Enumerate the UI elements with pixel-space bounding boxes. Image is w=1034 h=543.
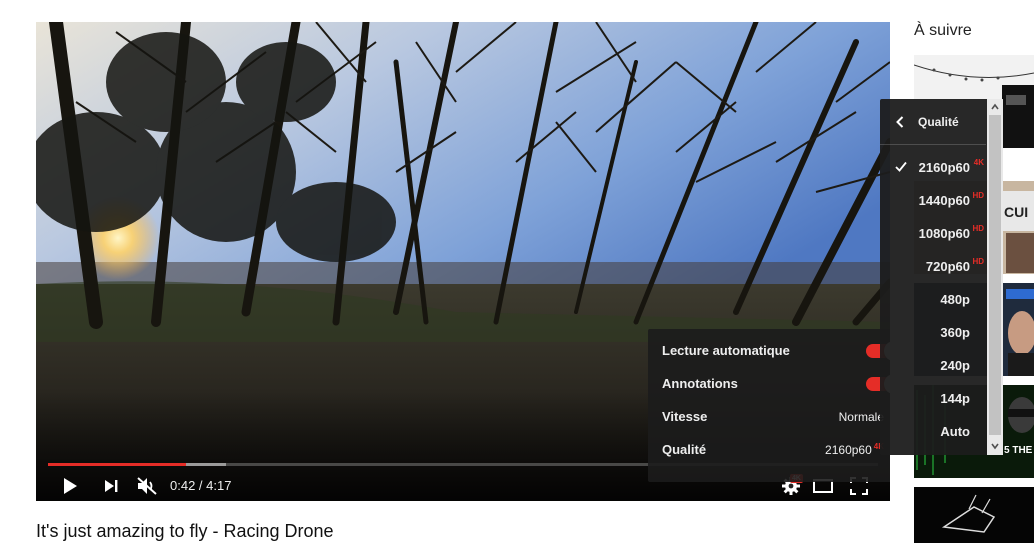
quality-scrollbar[interactable] xyxy=(987,99,1003,455)
quality-option[interactable]: 1080p60 HD xyxy=(880,217,986,250)
video-player[interactable]: 0:42 / 4:17 4K xyxy=(36,22,890,501)
quality-option[interactable]: 2160p60 4K xyxy=(880,151,986,184)
quality-option-label: Auto xyxy=(940,424,970,439)
up-next-heading: À suivre xyxy=(914,22,972,39)
autoplay-label: Lecture automatique xyxy=(662,343,790,358)
quality-option-label: 480p xyxy=(940,292,970,307)
quality-option-label: 360p xyxy=(940,325,970,340)
quality-option[interactable]: 360p xyxy=(880,316,986,349)
quality-option[interactable]: 144p xyxy=(880,382,986,415)
quality-option[interactable]: 240p xyxy=(880,349,986,382)
quality-option[interactable]: 720p60 HD xyxy=(880,250,986,283)
quality-option[interactable]: 1440p60 HD xyxy=(880,184,986,217)
quality-back-button[interactable]: Qualité xyxy=(880,99,986,145)
menu-item-annotations[interactable]: Annotations xyxy=(648,367,890,400)
settings-menu: Lecture automatique Annotations Vitesse … xyxy=(648,329,890,482)
scrollbar-thumb[interactable] xyxy=(989,115,1001,435)
quality-submenu: Qualité 2160p60 4K 1440p60 HD 1080p60 HD 720p6… xyxy=(880,99,1003,455)
quality-value-text: 2160p60 xyxy=(825,443,872,457)
play-button[interactable] xyxy=(56,470,84,501)
quality-value: 2160p60 4K xyxy=(825,442,884,457)
quality-option-label: 2160p60 xyxy=(918,160,970,175)
up-next-thumbnail-5[interactable] xyxy=(914,487,1034,543)
quality-option[interactable]: 480p xyxy=(880,283,986,316)
time-separator: / xyxy=(195,478,207,493)
time-total: 4:17 xyxy=(206,478,232,493)
chevron-left-icon xyxy=(896,115,910,128)
time-display: 0:42 / 4:17 xyxy=(170,470,231,501)
thumbnail-image xyxy=(914,487,1034,543)
scroll-down-arrow-icon[interactable] xyxy=(991,442,999,450)
speed-value: Normale xyxy=(838,409,884,424)
play-icon xyxy=(64,477,77,494)
thumbnail-2-text: CUI xyxy=(1004,204,1028,220)
menu-item-speed[interactable]: Vitesse Normale xyxy=(648,400,890,433)
menu-item-quality[interactable]: Qualité 2160p60 4K xyxy=(648,433,890,466)
quality-option-label: 1080p60 xyxy=(918,226,970,241)
time-current: 0:42 xyxy=(170,478,196,493)
thumbnail-4-text: 5 THE MATR xyxy=(1004,445,1034,456)
quality-options-list: 2160p60 4K 1440p60 HD 1080p60 HD 720p60 HD 480p 3… xyxy=(880,151,986,448)
video-title: It's just amazing to fly - Racing Drone xyxy=(36,521,334,541)
quality-option-label: 1440p60 xyxy=(918,193,970,208)
annotations-label: Annotations xyxy=(662,376,738,391)
scroll-up-arrow-icon[interactable] xyxy=(991,103,999,111)
volume-muted-icon xyxy=(137,476,157,495)
progress-played xyxy=(48,463,186,466)
quality-option-label: 720p60 xyxy=(925,259,970,274)
quality-label: Qualité xyxy=(662,442,707,457)
quality-option-badge: HD xyxy=(972,257,984,266)
quality-option-badge: 4K xyxy=(973,158,984,167)
quality-submenu-title: Qualité xyxy=(918,114,959,129)
quality-option-badge: HD xyxy=(972,224,984,233)
menu-item-autoplay[interactable]: Lecture automatique xyxy=(648,334,890,367)
next-button[interactable] xyxy=(98,470,124,501)
speed-label: Vitesse xyxy=(662,409,708,424)
quality-option-label: 240p xyxy=(940,358,970,373)
mute-button[interactable] xyxy=(134,470,160,501)
quality-option-label: 144p xyxy=(940,391,970,406)
checkmark-icon xyxy=(895,161,907,172)
quality-option-badge: HD xyxy=(972,191,984,200)
quality-option[interactable]: Auto xyxy=(880,415,986,448)
next-icon xyxy=(105,479,118,492)
page: 0:42 / 4:17 4K xyxy=(0,0,1034,543)
